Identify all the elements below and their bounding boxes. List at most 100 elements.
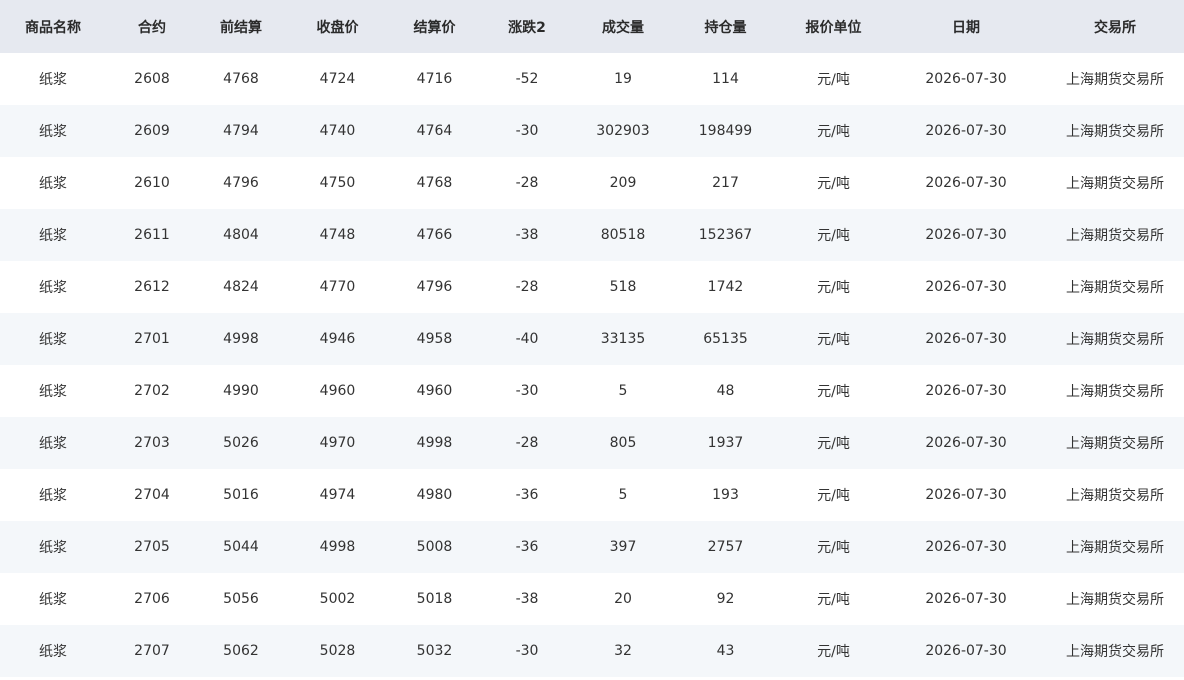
cell-contract: 2611 [134,227,170,243]
cell-exchange: 上海期货交易所 [1066,540,1164,556]
cell-unit: 元/吨 [817,176,850,192]
cell-settle: 4716 [416,71,453,87]
cell-exchange: 上海期货交易所 [1066,280,1164,296]
cell-prev-settle: 4804 [223,227,259,243]
cell-prev-settle: 4796 [223,175,259,191]
cell-date: 2026-07-30 [925,435,1007,451]
cell-close: 5028 [319,643,356,659]
header-volume: 成交量 [602,19,644,36]
cell-volume: 302903 [596,123,650,139]
cell-change: -30 [515,383,539,399]
cell-date: 2026-07-30 [925,279,1007,295]
cell-unit: 元/吨 [817,280,850,296]
cell-product-name: 纸浆 [39,436,67,452]
cell-open-interest: 48 [716,383,735,399]
cell-change: -36 [515,539,539,555]
cell-change: -36 [515,487,539,503]
cell-date: 2026-07-30 [925,591,1007,607]
cell-date: 2026-07-30 [925,383,1007,399]
cell-contract: 2704 [134,487,170,503]
cell-product-name: 纸浆 [39,488,67,504]
cell-change: -30 [515,643,539,659]
cell-unit: 元/吨 [817,540,850,556]
cell-contract: 2706 [134,591,170,607]
cell-date: 2026-07-30 [925,331,1007,347]
cell-open-interest: 1742 [707,279,744,295]
cell-unit: 元/吨 [817,332,850,348]
cell-close: 4748 [319,227,356,243]
header-row: 商品名称 合约 前结算 收盘价 结算价 涨跌2 成交量 持仓量 报价单位 日期 … [0,0,1184,53]
cell-volume: 518 [609,279,637,295]
header-exchange: 交易所 [1094,19,1136,36]
cell-contract: 2612 [134,279,170,295]
cell-change: -38 [515,227,539,243]
cell-unit: 元/吨 [817,436,850,452]
header-open-interest: 持仓量 [704,19,747,36]
table-row: 纸浆 2612 4824 4770 4796 -28 518 1742 元/吨 2026-07-3… [0,261,1184,313]
cell-exchange: 上海期货交易所 [1066,384,1164,400]
table-body: 纸浆 2608 4768 4724 4716 -52 19 114 元/吨 2026-07-30 上… [0,53,1184,677]
cell-settle: 5032 [416,643,453,659]
cell-close: 4970 [319,435,356,451]
cell-open-interest: 2757 [707,539,744,555]
cell-prev-settle: 4768 [223,71,259,87]
cell-close: 4740 [319,123,356,139]
cell-settle: 4766 [416,227,453,243]
cell-prev-settle: 5062 [223,643,259,659]
table-row: 纸浆 2611 4804 4748 4766 -38 80518 152367 元/吨 2026-… [0,209,1184,261]
cell-date: 2026-07-30 [925,227,1007,243]
cell-contract: 2705 [134,539,170,555]
cell-date: 2026-07-30 [925,487,1007,503]
header-change: 涨跌2 [508,19,546,36]
cell-settle: 5018 [416,591,453,607]
cell-prev-settle: 4998 [223,331,259,347]
table-row: 纸浆 2703 5026 4970 4998 -28 805 1937 元/吨 2026-07-3… [0,417,1184,469]
cell-unit: 元/吨 [817,488,850,504]
cell-open-interest: 217 [712,175,739,191]
table-row: 纸浆 2610 4796 4750 4768 -28 209 217 元/吨 2026-07-30… [0,157,1184,209]
cell-volume: 397 [609,539,637,555]
cell-product-name: 纸浆 [39,540,67,556]
table-row: 纸浆 2702 4990 4960 4960 -30 5 48 元/吨 2026-07-30 上海期… [0,365,1184,417]
cell-volume: 5 [618,487,628,503]
cell-settle: 4768 [416,175,453,191]
cell-volume: 19 [614,71,632,87]
cell-settle: 4960 [416,383,453,399]
cell-change: -28 [515,435,539,451]
header-prev-settle: 前结算 [220,19,262,36]
cell-volume: 5 [618,383,628,399]
cell-product-name: 纸浆 [39,384,67,400]
cell-contract: 2701 [134,331,170,347]
header-product-name: 商品名称 [25,19,81,36]
cell-volume: 20 [614,591,632,607]
cell-close: 4998 [319,539,356,555]
cell-exchange: 上海期货交易所 [1066,332,1164,348]
cell-exchange: 上海期货交易所 [1066,488,1164,504]
table-row: 纸浆 2707 5062 5028 5032 -30 32 43 元/吨 2026-07-30 上海… [0,625,1184,677]
cell-date: 2026-07-30 [925,539,1007,555]
header-date: 日期 [952,19,980,36]
cell-exchange: 上海期货交易所 [1066,176,1164,192]
cell-prev-settle: 4824 [223,279,259,295]
cell-prev-settle: 5044 [223,539,259,555]
cell-close: 4770 [319,279,356,295]
cell-prev-settle: 5056 [223,591,259,607]
cell-exchange: 上海期货交易所 [1066,72,1164,88]
cell-settle: 5008 [416,539,453,555]
header-settle: 结算价 [413,19,456,36]
cell-change: -40 [515,331,539,347]
cell-exchange: 上海期货交易所 [1066,436,1164,452]
cell-product-name: 纸浆 [39,592,67,608]
cell-volume: 209 [609,175,637,191]
cell-change: -28 [515,279,539,295]
cell-change: -30 [515,123,539,139]
cell-open-interest: 1937 [707,435,744,451]
cell-product-name: 纸浆 [39,124,67,140]
cell-close: 4960 [319,383,356,399]
cell-product-name: 纸浆 [39,228,67,244]
cell-close: 4750 [319,175,356,191]
cell-unit: 元/吨 [817,592,850,608]
cell-close: 4974 [319,487,356,503]
table-row: 纸浆 2704 5016 4974 4980 -36 5 193 元/吨 2026-07-30 上海… [0,469,1184,521]
cell-product-name: 纸浆 [39,176,67,192]
